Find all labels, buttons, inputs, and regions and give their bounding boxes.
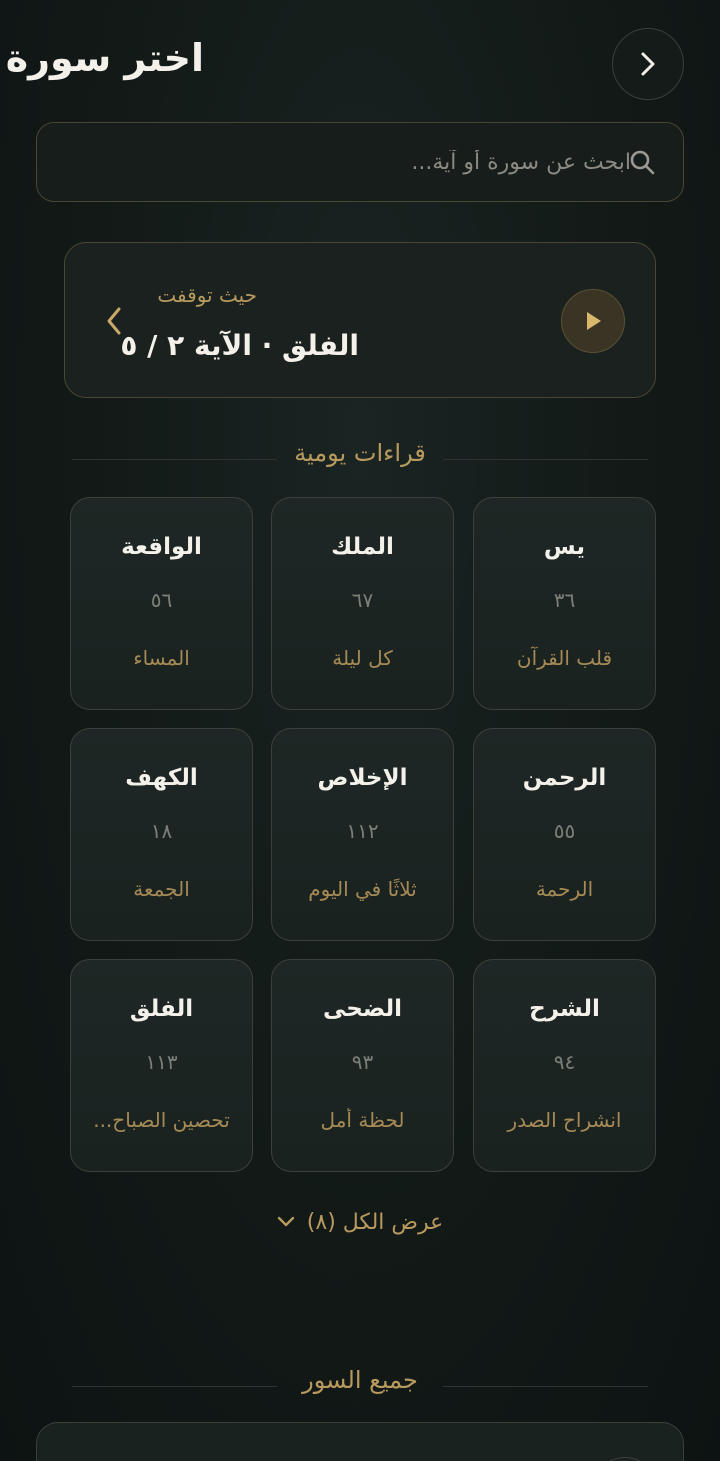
- resume-label: حيث توقفت: [157, 283, 257, 307]
- surah-name: يس: [543, 534, 586, 560]
- surah-note: الرحمة: [535, 877, 594, 901]
- surah-card[interactable]: الكهف ١٨ الجمعة: [70, 728, 253, 941]
- surah-name: الرحمن: [522, 765, 607, 791]
- surah-name: الكهف: [125, 765, 198, 791]
- surah-note: انشراح الصدر: [507, 1108, 622, 1132]
- surah-note: الجمعة: [133, 877, 190, 901]
- surah-number-badge: [593, 1457, 657, 1461]
- surah-name: الفلق: [129, 996, 194, 1022]
- surah-note: قلب القرآن: [516, 646, 613, 670]
- surah-number: ١١٢: [346, 819, 379, 843]
- surah-card[interactable]: الملك ٦٧ كل ليلة: [271, 497, 454, 710]
- surah-number: ٣٦: [553, 588, 576, 612]
- daily-readings-header: قراءات يومية: [72, 439, 648, 479]
- surah-name: الضحى: [322, 996, 403, 1022]
- surah-card[interactable]: الإخلاص ١١٢ ثلاثًا في اليوم: [271, 728, 454, 941]
- chevron-down-icon: [277, 1216, 294, 1227]
- section-title: قراءات يومية: [294, 439, 426, 467]
- search-bar: [36, 122, 684, 202]
- resume-position: الفلق · الآية ٢ / ٥: [120, 329, 359, 362]
- surah-card[interactable]: الواقعة ٥٦ المساء: [70, 497, 253, 710]
- search-input[interactable]: [111, 123, 631, 201]
- surah-number: ١٨: [150, 819, 173, 843]
- show-all-label: عرض الكل (٨): [306, 1209, 444, 1235]
- page-title: اختر سورة: [5, 36, 204, 80]
- surah-note: ثلاثًا في اليوم: [308, 877, 417, 901]
- section-title: جميع السور: [302, 1366, 418, 1394]
- surah-name: الإخلاص: [317, 765, 408, 791]
- surah-card[interactable]: الضحى ٩٣ لحظة أمل: [271, 959, 454, 1172]
- chevron-right-icon: [641, 52, 655, 76]
- surah-note: تحصين الصباح...: [93, 1108, 230, 1132]
- surah-name: الواقعة: [121, 534, 202, 560]
- surah-note: كل ليلة: [332, 646, 393, 670]
- surah-name: الشرح: [529, 996, 600, 1022]
- all-surahs-header: جميع السور: [72, 1366, 648, 1406]
- surah-card[interactable]: الرحمن ٥٥ الرحمة: [473, 728, 656, 941]
- surah-number: ٦٧: [351, 588, 374, 612]
- surah-card[interactable]: الفلق ١١٣ تحصين الصباح...: [70, 959, 253, 1172]
- play-icon: [587, 312, 601, 330]
- play-button[interactable]: [561, 289, 625, 353]
- chevron-left-icon: [107, 307, 121, 335]
- search-icon[interactable]: [628, 148, 656, 176]
- surah-name: الملك: [331, 534, 394, 560]
- surah-list-item[interactable]: [36, 1422, 684, 1461]
- surah-note: المساء: [133, 646, 190, 670]
- surah-card[interactable]: يس ٣٦ قلب القرآن: [473, 497, 656, 710]
- surah-number: ٩٣: [351, 1050, 374, 1074]
- header: اختر سورة: [0, 28, 720, 100]
- resume-card[interactable]: حيث توقفت الفلق · الآية ٢ / ٥: [64, 242, 656, 398]
- back-button[interactable]: [612, 28, 684, 100]
- show-all-button[interactable]: عرض الكل (٨): [268, 1204, 452, 1240]
- surah-number: ٩٤: [553, 1050, 576, 1074]
- surah-number: ٥٦: [150, 588, 173, 612]
- surah-number: ٥٥: [553, 819, 576, 843]
- surah-card[interactable]: الشرح ٩٤ انشراح الصدر: [473, 959, 656, 1172]
- surah-note: لحظة أمل: [320, 1108, 405, 1132]
- surah-number: ١١٣: [145, 1050, 178, 1074]
